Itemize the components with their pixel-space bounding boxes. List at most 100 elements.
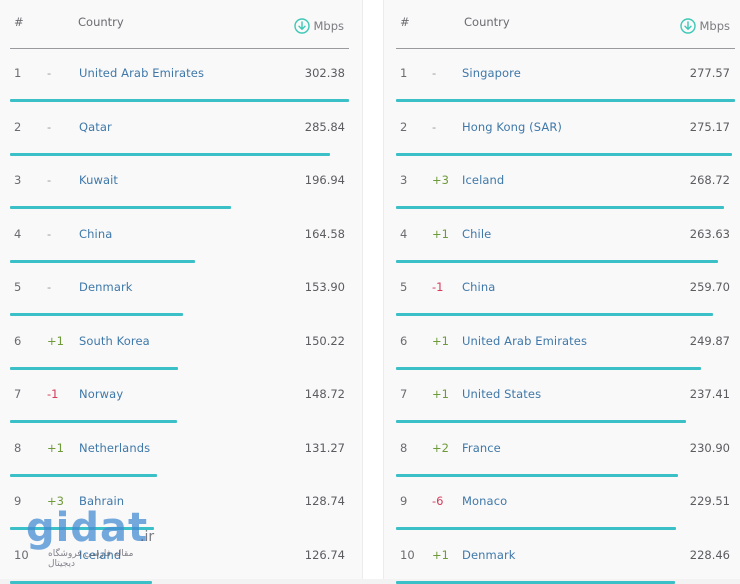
rank-number: 7 — [14, 387, 22, 401]
rank-change: -6 — [432, 494, 444, 508]
mbps-column-header[interactable]: Mbps — [680, 18, 730, 34]
table-row: 10 +1 Denmark 228.46 — [384, 530, 740, 584]
table-row: 9 -6 Monaco 229.51 — [384, 476, 740, 530]
speed-value: 275.17 — [689, 119, 730, 134]
country-link[interactable]: Singapore — [462, 66, 521, 80]
country-link[interactable]: Denmark — [79, 280, 133, 294]
country-link[interactable]: United Arab Emirates — [462, 334, 587, 348]
speed-value: 126.74 — [304, 547, 345, 562]
rank-change: - — [47, 173, 52, 187]
speed-value: 268.72 — [689, 173, 730, 187]
country-link[interactable]: Norway — [79, 387, 123, 401]
speed-value: 128.74 — [304, 494, 345, 508]
country-link[interactable]: Qatar — [79, 120, 112, 134]
rank-change: -1 — [432, 280, 444, 294]
table-row: 8 +2 France 230.90 — [384, 423, 740, 477]
download-arrow-icon — [680, 18, 697, 34]
rank-number: 10 — [400, 547, 415, 562]
table-row: 5 -1 China 259.70 — [384, 262, 740, 316]
speed-value: 228.46 — [689, 547, 730, 562]
table-row: 6 +1 South Korea 150.22 — [0, 316, 362, 370]
country-column-header[interactable]: Country — [464, 15, 510, 29]
rank-change: +1 — [432, 226, 449, 241]
mbps-label: Mbps — [313, 19, 344, 33]
country-link[interactable]: Kuwait — [79, 173, 118, 187]
rank-change: - — [47, 66, 52, 80]
rank-number: 4 — [14, 226, 22, 241]
table-row: 4 +1 Chile 263.63 — [384, 209, 740, 263]
speed-value: 131.27 — [304, 440, 345, 455]
table-header: # Country Mbps — [10, 0, 349, 49]
rank-number: 7 — [400, 387, 408, 401]
rank-number: 3 — [400, 173, 408, 187]
table-row: 3 - Kuwait 196.94 — [0, 155, 362, 209]
table-row: 3 +3 Iceland 268.72 — [384, 155, 740, 209]
speed-value: 230.90 — [689, 440, 730, 455]
country-link[interactable]: Monaco — [462, 494, 507, 508]
rank-change: - — [432, 119, 437, 134]
mbps-column-header[interactable]: Mbps — [294, 18, 344, 34]
speed-value: 237.41 — [689, 387, 730, 401]
country-link[interactable]: Chile — [462, 227, 491, 241]
speed-value: 277.57 — [689, 66, 730, 80]
rank-change: - — [47, 119, 52, 134]
rank-change: +1 — [432, 333, 449, 348]
country-link[interactable]: Denmark — [462, 548, 516, 562]
rank-number: 3 — [14, 173, 22, 187]
rank-number: 1 — [400, 66, 408, 80]
speed-value: 153.90 — [304, 280, 345, 294]
table-row: 8 +1 Netherlands 131.27 — [0, 423, 362, 477]
table-row: 7 +1 United States 237.41 — [384, 369, 740, 423]
mbps-label: Mbps — [699, 19, 730, 33]
table-row: 2 - Hong Kong (SAR) 275.17 — [384, 102, 740, 156]
speed-value: 259.70 — [689, 280, 730, 294]
rank-number: 9 — [400, 494, 408, 508]
table-row: 1 - United Arab Emirates 302.38 — [0, 48, 362, 102]
country-link[interactable]: Hong Kong (SAR) — [462, 120, 562, 134]
speed-value: 196.94 — [304, 173, 345, 187]
table-row: 10 Iceland 126.74 — [0, 530, 362, 584]
panel-divider — [362, 0, 384, 579]
rank-change: +3 — [47, 494, 64, 508]
speed-value: 164.58 — [304, 226, 345, 241]
table-row: 6 +1 United Arab Emirates 249.87 — [384, 316, 740, 370]
rank-change: - — [47, 280, 52, 294]
country-link[interactable]: Bahrain — [79, 494, 124, 508]
download-arrow-icon — [294, 18, 311, 34]
speed-value: 285.84 — [304, 119, 345, 134]
country-column-header[interactable]: Country — [78, 15, 124, 29]
rank-number: 8 — [14, 440, 22, 455]
country-link[interactable]: Iceland — [462, 173, 504, 187]
country-link[interactable]: Netherlands — [79, 441, 150, 455]
rank-column-header: # — [14, 15, 24, 29]
table-row: 2 - Qatar 285.84 — [0, 102, 362, 156]
country-link[interactable]: France — [462, 441, 501, 455]
table-row: 4 - China 164.58 — [0, 209, 362, 263]
speed-value: 302.38 — [304, 66, 345, 80]
country-link[interactable]: China — [462, 280, 495, 294]
rank-change: +3 — [432, 173, 449, 187]
country-link[interactable]: United States — [462, 387, 541, 401]
rank-change: -1 — [47, 387, 59, 401]
country-link[interactable]: China — [79, 227, 112, 241]
speed-value: 263.63 — [689, 226, 730, 241]
speed-value: 150.22 — [304, 333, 345, 348]
rank-number: 4 — [400, 226, 408, 241]
rank-number: 9 — [14, 494, 22, 508]
left-speed-table: # Country Mbps 1 - United Arab Emirates 302… — [0, 0, 362, 584]
rank-change: - — [47, 226, 52, 241]
rank-number: 5 — [400, 280, 408, 294]
rank-change: +2 — [432, 440, 449, 455]
rank-number: 1 — [14, 66, 22, 80]
rank-number: 6 — [400, 333, 408, 348]
table-row: 9 +3 Bahrain 128.74 — [0, 476, 362, 530]
speed-bar — [396, 580, 676, 584]
speed-bar — [10, 580, 153, 584]
country-link[interactable]: United Arab Emirates — [79, 66, 204, 80]
rank-number: 2 — [400, 119, 408, 134]
table-row: 5 - Denmark 153.90 — [0, 262, 362, 316]
country-link[interactable]: South Korea — [79, 334, 150, 348]
rank-change: +1 — [432, 547, 449, 562]
rank-number: 5 — [14, 280, 22, 294]
country-link[interactable]: Iceland — [79, 548, 121, 562]
